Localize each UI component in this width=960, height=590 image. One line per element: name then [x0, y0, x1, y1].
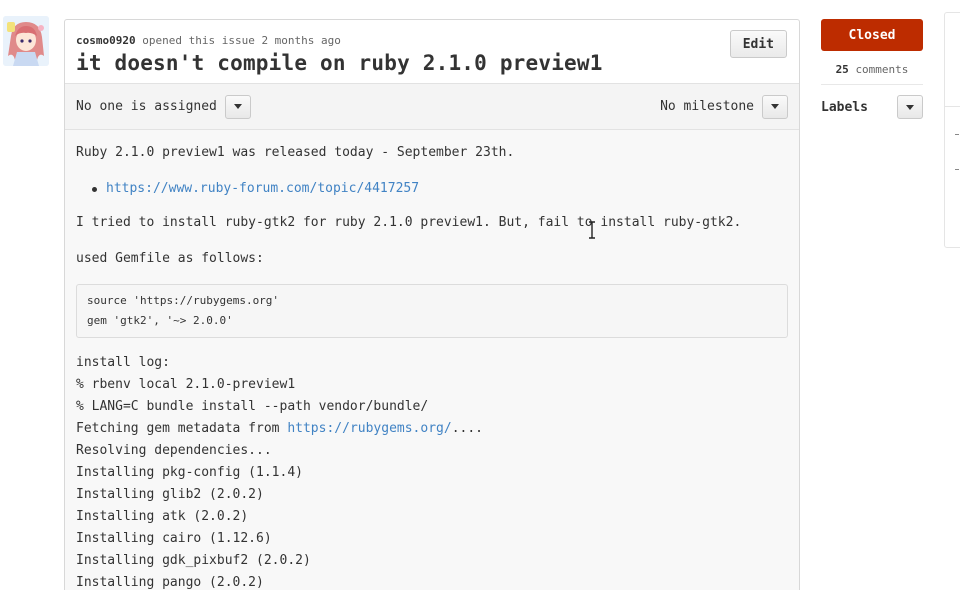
rubygems-link[interactable]: https://rubygems.org/ [287, 421, 451, 436]
fetching-prefix: Fetching gem metadata from [76, 420, 288, 436]
log-line: Installing pkg-config (1.1.4) [76, 464, 303, 480]
log-line: Installing atk (2.0.2) [76, 508, 249, 524]
text-cursor-icon [589, 221, 595, 239]
milestone-group: No milestone [660, 94, 788, 119]
link-list: https://www.ruby-forum.com/topic/4417257 [92, 178, 788, 201]
log-line: Resolving dependencies... [76, 442, 272, 458]
author-link[interactable]: cosmo0920 [76, 34, 136, 47]
list-item: https://www.ruby-forum.com/topic/4417257 [92, 178, 788, 201]
fetching-suffix: .... [451, 420, 484, 436]
body-paragraph: used Gemfile as follows: [76, 251, 264, 267]
issue-header: cosmo0920 opened this issue 2 months ago… [65, 20, 799, 84]
right-edge-panel [944, 12, 960, 248]
divider [955, 169, 959, 170]
edit-button[interactable]: Edit [729, 30, 787, 58]
divider [945, 106, 960, 107]
assignment-bar: No one is assigned No milestone [65, 84, 799, 130]
issue-sidebar: Closed 25 comments Labels [821, 19, 923, 119]
opened-text: opened this issue 2 months ago [142, 34, 341, 47]
assignee-text: No one is assigned [76, 99, 217, 114]
log-line: Installing gdk_pixbuf2 (2.0.2) [76, 552, 311, 568]
issue-container: cosmo0920 opened this issue 2 months ago… [64, 19, 800, 590]
body-paragraph: Ruby 2.1.0 preview1 was released today -… [76, 145, 515, 160]
log-heading: install log: [76, 354, 170, 370]
caret-down-icon [771, 104, 779, 109]
caret-down-icon [906, 104, 914, 110]
comment-count-label: comments [855, 63, 909, 76]
install-log: install log: % rbenv local 2.1.0-preview… [76, 352, 788, 590]
forum-link[interactable]: https://www.ruby-forum.com/topic/4417257 [106, 181, 419, 196]
labels-heading: Labels [821, 99, 868, 115]
log-line: Installing cairo (1.12.6) [76, 530, 272, 546]
log-line: % LANG=C bundle install --path vendor/bu… [76, 398, 429, 414]
closed-status-button[interactable]: Closed [821, 19, 923, 51]
issue-meta: cosmo0920 opened this issue 2 months ago [76, 34, 788, 48]
labels-section: Labels [821, 95, 923, 119]
issue-title: it doesn't compile on ruby 2.1.0 preview… [76, 51, 603, 75]
log-line: Fetching gem metadata from https://rubyg… [76, 418, 788, 440]
issue-body: Ruby 2.1.0 preview1 was released today -… [65, 130, 799, 590]
code-line: gem 'gtk2', '~> 2.0.0' [87, 313, 233, 327]
code-line: source 'https://rubygems.org' [87, 293, 280, 307]
assignee-group: No one is assigned [76, 94, 251, 119]
milestone-dropdown-button[interactable] [762, 94, 788, 119]
milestone-text: No milestone [660, 99, 754, 114]
caret-down-icon [233, 104, 242, 109]
log-line: % rbenv local 2.1.0-preview1 [76, 376, 296, 392]
labels-dropdown-button[interactable] [897, 95, 923, 119]
divider [955, 134, 959, 135]
body-paragraph: I tried to install ruby-gtk2 for ruby 2.… [76, 215, 742, 231]
comment-count: 25 comments [821, 63, 923, 85]
log-line: Installing glib2 (2.0.2) [76, 486, 264, 502]
assignee-dropdown-button[interactable] [224, 94, 251, 119]
comment-count-number: 25 [835, 63, 849, 76]
code-block: source 'https://rubygems.org' gem 'gtk2'… [76, 283, 788, 338]
author-avatar[interactable] [3, 16, 49, 66]
log-line: Installing pango (2.0.2) [76, 574, 264, 590]
